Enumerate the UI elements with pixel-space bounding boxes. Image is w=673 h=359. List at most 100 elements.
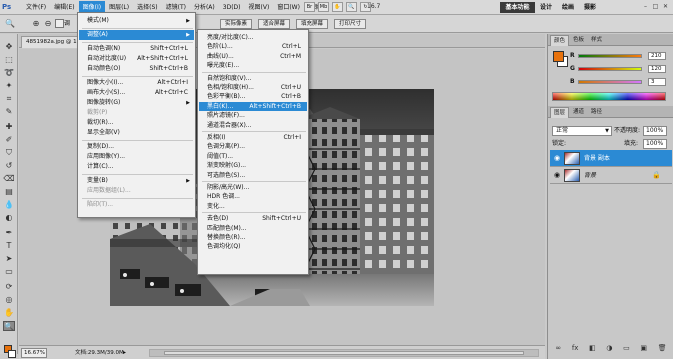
close-icon[interactable]: ✕ bbox=[662, 2, 669, 11]
menu-item[interactable]: 曝光度(E)... bbox=[199, 61, 307, 70]
hand-tool-icon[interactable]: ✋ bbox=[332, 2, 343, 12]
marquee-tool-icon[interactable]: ⬚ bbox=[3, 55, 15, 65]
layer-row-background-copy[interactable]: ◉ 背景 副本 bbox=[550, 150, 672, 167]
red-value[interactable]: 210 bbox=[648, 52, 666, 60]
menu-item[interactable]: 通道混合器(X)... bbox=[199, 121, 307, 130]
menu-item[interactable]: 自然饱和度(V)... bbox=[199, 74, 307, 83]
menu-7[interactable]: 3D(D) bbox=[219, 1, 245, 14]
menu-item[interactable]: 反相(I) Ctrl+I bbox=[199, 133, 307, 142]
menu-item[interactable]: 亮度/对比度(C)... bbox=[199, 33, 307, 42]
blue-value[interactable]: 3 bbox=[648, 78, 666, 86]
menu-item[interactable]: 色阶(L)... Ctrl+L bbox=[199, 42, 307, 51]
menu-item[interactable]: 色相/饱和度(H)... Ctrl+U bbox=[199, 83, 307, 92]
3d-orbit-tool-icon[interactable]: ◎ bbox=[3, 295, 15, 305]
blend-mode-select[interactable]: 正常 ▼ bbox=[552, 126, 612, 136]
menu-item[interactable]: 自动对比度(U) Alt+Shift+Ctrl+L bbox=[79, 54, 194, 64]
tab-color[interactable]: 颜色 bbox=[550, 35, 570, 46]
menu-1[interactable]: 编辑(E) bbox=[50, 1, 78, 14]
maximize-icon[interactable]: □ bbox=[652, 2, 659, 11]
healing-brush-tool-icon[interactable]: ✚ bbox=[3, 122, 15, 132]
menu-item[interactable]: 替换颜色(R)... bbox=[199, 233, 307, 242]
menu-item[interactable]: 曲线(U)... Ctrl+M bbox=[199, 52, 307, 61]
eraser-tool-icon[interactable]: ⌫ bbox=[3, 174, 15, 184]
workspace-essentials-button[interactable]: 基本功能 bbox=[500, 2, 535, 13]
adjustment-layer-icon[interactable]: ◑ bbox=[606, 344, 612, 352]
color-spectrum-bar[interactable] bbox=[552, 92, 666, 101]
menu-item[interactable]: 自动颜色(O) Shift+Ctrl+B bbox=[79, 64, 194, 74]
layer-row-background[interactable]: ◉ 背景 🔒 bbox=[550, 167, 672, 184]
panel-foreground-swatch[interactable] bbox=[553, 51, 564, 62]
menu-item[interactable]: 渐变映射(G)... bbox=[199, 161, 307, 170]
menu-item[interactable]: 调整(A) ▶ bbox=[79, 30, 194, 40]
gradient-tool-icon[interactable]: ▤ bbox=[3, 187, 15, 197]
3d-rotate-tool-icon[interactable]: ⟳ bbox=[3, 282, 15, 292]
menu-item[interactable]: 变化... bbox=[199, 202, 307, 211]
layer-mask-icon[interactable]: ◧ bbox=[589, 344, 596, 352]
tab-channels[interactable]: 通道 bbox=[570, 107, 587, 118]
minimize-icon[interactable]: – bbox=[642, 2, 649, 11]
green-track[interactable] bbox=[578, 67, 642, 71]
menu-item[interactable]: 阴影/高光(W)... bbox=[199, 183, 307, 192]
layer-name[interactable]: 背景 bbox=[584, 171, 596, 180]
menu-8[interactable]: 视图(V) bbox=[245, 1, 274, 14]
menu-item[interactable]: 色彩平衡(B)... Ctrl+B bbox=[199, 92, 307, 101]
visibility-eye-icon[interactable]: ◉ bbox=[553, 171, 561, 179]
menu-item[interactable]: 黑白(K)... Alt+Shift+Ctrl+B bbox=[199, 101, 307, 112]
menu-item[interactable]: 计算(C)... bbox=[79, 162, 194, 172]
tab-layers[interactable]: 图层 bbox=[550, 107, 570, 118]
menu-item[interactable]: HDR 色调... bbox=[199, 192, 307, 201]
zoom-tool-icon[interactable]: 🔍 bbox=[3, 321, 15, 331]
history-brush-tool-icon[interactable]: ↺ bbox=[3, 161, 15, 171]
zoom-out-icon[interactable]: ⊖ bbox=[42, 18, 54, 30]
menu-item[interactable]: 图像大小(I)... Alt+Ctrl+I bbox=[79, 78, 194, 88]
menu-item[interactable]: 显示全部(V) bbox=[79, 128, 194, 138]
menu-item[interactable]: 变量(B) ▶ bbox=[79, 176, 194, 186]
menu-item[interactable]: 应用图像(Y)... bbox=[79, 152, 194, 162]
green-value[interactable]: 120 bbox=[648, 65, 666, 73]
pen-tool-icon[interactable]: ✒ bbox=[3, 228, 15, 238]
menu-item[interactable]: 色调分离(P)... bbox=[199, 142, 307, 151]
delete-layer-icon[interactable]: 🗑 bbox=[658, 344, 667, 352]
lasso-tool-icon[interactable]: ➰ bbox=[3, 68, 15, 78]
menu-item[interactable]: 可选颜色(S)... bbox=[199, 171, 307, 180]
horizontal-scrollbar[interactable] bbox=[149, 349, 539, 357]
layer-name[interactable]: 背景 副本 bbox=[584, 154, 610, 163]
blue-channel-slider[interactable]: B 3 bbox=[570, 78, 670, 88]
blue-track[interactable] bbox=[578, 80, 642, 84]
zoom-level[interactable]: 16.7 bbox=[367, 3, 380, 10]
print-size-button[interactable]: 打印尺寸 bbox=[334, 19, 367, 29]
blur-tool-icon[interactable]: 💧 bbox=[3, 200, 15, 210]
launch-mini-bridge-icon[interactable]: Mb bbox=[318, 2, 329, 12]
status-zoom-field[interactable]: 16.67% bbox=[21, 348, 47, 358]
hand-tool-icon[interactable]: ✋ bbox=[3, 308, 15, 318]
menu-item[interactable]: 自动色调(N) Shift+Ctrl+L bbox=[79, 44, 194, 54]
workspace-link-0[interactable]: 设计 bbox=[540, 2, 552, 13]
red-track[interactable] bbox=[578, 54, 642, 58]
menu-item[interactable]: 阈值(T)... bbox=[199, 152, 307, 161]
menu-item[interactable]: 照片滤镜(F)... bbox=[199, 111, 307, 120]
brush-tool-icon[interactable]: ✐ bbox=[3, 135, 15, 145]
path-selection-tool-icon[interactable]: ➤ bbox=[3, 254, 15, 264]
opacity-field[interactable]: 100% bbox=[643, 126, 667, 136]
clone-stamp-tool-icon[interactable]: ⛉ bbox=[3, 148, 15, 158]
link-layers-icon[interactable]: ∞ bbox=[555, 344, 561, 352]
workspace-link-2[interactable]: 摄影 bbox=[584, 2, 596, 13]
fit-screen-button[interactable]: 适合屏幕 bbox=[258, 19, 291, 29]
magic-wand-tool-icon[interactable]: ✦ bbox=[3, 81, 15, 91]
fill-field[interactable]: 100% bbox=[643, 139, 667, 149]
new-layer-icon[interactable]: ▣ bbox=[640, 344, 647, 352]
menu-item[interactable]: 模式(M) ▶ bbox=[79, 16, 194, 26]
menu-item[interactable]: 裁切(R)... bbox=[79, 118, 194, 128]
group-icon[interactable]: ▭ bbox=[623, 344, 630, 352]
zoom-in-icon[interactable]: ⊕ bbox=[30, 18, 42, 30]
menu-item[interactable]: 图像旋转(G) ▶ bbox=[79, 98, 194, 108]
workspace-link-1[interactable]: 绘画 bbox=[562, 2, 574, 13]
tab-swatches[interactable]: 色板 bbox=[570, 35, 587, 46]
scrollbar-thumb[interactable] bbox=[164, 351, 524, 355]
zoom-tool-icon[interactable]: 🔍 bbox=[346, 2, 357, 12]
actual-pixels-button[interactable]: 实际像素 bbox=[220, 19, 253, 29]
move-tool-icon[interactable]: ✥ bbox=[3, 42, 15, 52]
visibility-eye-icon[interactable]: ◉ bbox=[553, 154, 561, 162]
status-menu-arrow-icon[interactable]: ▸ bbox=[123, 349, 126, 357]
menu-9[interactable]: 窗口(W) bbox=[273, 1, 304, 14]
